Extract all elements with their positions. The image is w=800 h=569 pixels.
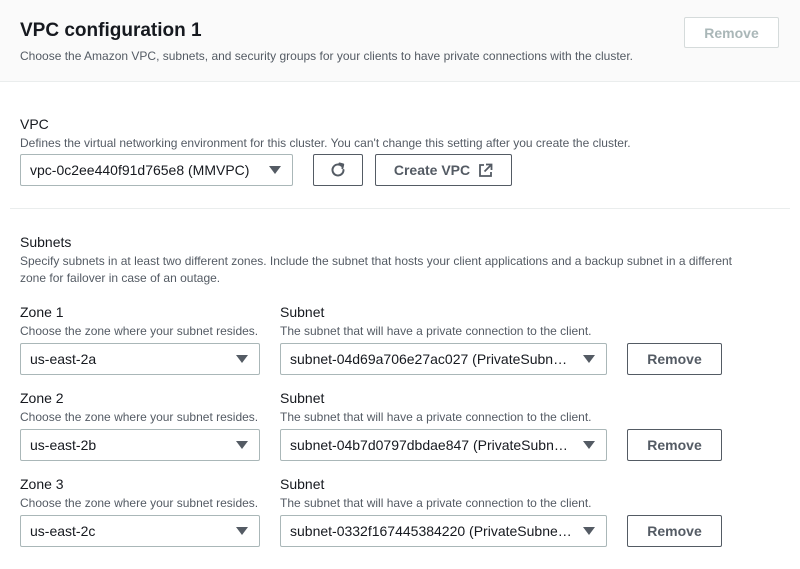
- subnet-select[interactable]: subnet-04d69a706e27ac027 (PrivateSubnet1…: [280, 343, 607, 375]
- subnet-label: Subnet: [280, 304, 325, 320]
- zone-select-value: us-east-2b: [30, 437, 97, 453]
- subnet-select-value: subnet-04d69a706e27ac027 (PrivateSubnet1…: [290, 351, 574, 367]
- remove-subnet-button[interactable]: Remove: [627, 515, 722, 547]
- subnet-description: The subnet that will have a private conn…: [280, 324, 592, 338]
- subnet-select-value: subnet-0332f167445384220 (PrivateSubnet3…: [290, 523, 574, 539]
- subnets-description-line2: zone for failover in case of an outage.: [20, 271, 221, 285]
- zone-label: Zone 2: [20, 390, 64, 406]
- zone-select-value: us-east-2c: [30, 523, 96, 539]
- section-divider: [10, 208, 790, 209]
- zone-description: Choose the zone where your subnet reside…: [20, 496, 259, 510]
- zone-label: Zone 3: [20, 476, 64, 492]
- vpc-select[interactable]: vpc-0c2ee440f91d765e8 (MMVPC): [20, 154, 293, 186]
- caret-down-icon: [269, 166, 281, 174]
- subnets-description-line1: Specify subnets in at least two differen…: [20, 254, 733, 268]
- remove-subnet-button[interactable]: Remove: [627, 429, 722, 461]
- vpc-label: VPC: [20, 116, 49, 132]
- external-link-icon: [478, 163, 493, 178]
- zone-label: Zone 1: [20, 304, 64, 320]
- page-subtitle: Choose the Amazon VPC, subnets, and secu…: [20, 49, 633, 63]
- zone-select[interactable]: us-east-2b: [20, 429, 260, 461]
- subnet-description: The subnet that will have a private conn…: [280, 496, 592, 510]
- zone-select[interactable]: us-east-2a: [20, 343, 260, 375]
- caret-down-icon: [583, 527, 595, 535]
- zone-description: Choose the zone where your subnet reside…: [20, 324, 259, 338]
- page-title: VPC configuration 1: [20, 20, 202, 41]
- vpc-select-value: vpc-0c2ee440f91d765e8 (MMVPC): [30, 162, 250, 178]
- caret-down-icon: [583, 355, 595, 363]
- subnet-select[interactable]: subnet-04b7d0797dbdae847 (PrivateSubnet2…: [280, 429, 607, 461]
- caret-down-icon: [236, 527, 248, 535]
- config-header: VPC configuration 1 Choose the Amazon VP…: [0, 0, 800, 82]
- refresh-button[interactable]: [313, 154, 363, 186]
- zone-select-value: us-east-2a: [30, 351, 97, 367]
- remove-subnet-button[interactable]: Remove: [627, 343, 722, 375]
- subnet-label: Subnet: [280, 476, 325, 492]
- caret-down-icon: [236, 355, 248, 363]
- refresh-icon: [329, 161, 347, 179]
- subnet-label: Subnet: [280, 390, 325, 406]
- subnets-label: Subnets: [20, 234, 72, 250]
- remove-config-button[interactable]: Remove: [684, 17, 779, 48]
- subnet-description: The subnet that will have a private conn…: [280, 410, 592, 424]
- vpc-description: Defines the virtual networking environme…: [20, 136, 631, 150]
- caret-down-icon: [236, 441, 248, 449]
- create-vpc-label: Create VPC: [393, 162, 471, 178]
- create-vpc-button[interactable]: Create VPC: [375, 154, 512, 186]
- subnet-select[interactable]: subnet-0332f167445384220 (PrivateSubnet3…: [280, 515, 607, 547]
- zone-select[interactable]: us-east-2c: [20, 515, 260, 547]
- caret-down-icon: [583, 441, 595, 449]
- subnet-select-value: subnet-04b7d0797dbdae847 (PrivateSubnet2…: [290, 437, 574, 453]
- zone-description: Choose the zone where your subnet reside…: [20, 410, 259, 424]
